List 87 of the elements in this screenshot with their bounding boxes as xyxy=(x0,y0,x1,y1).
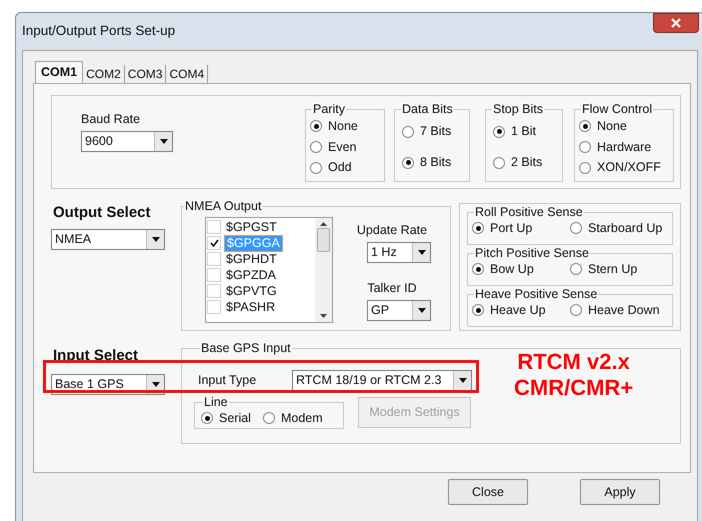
radio-option[interactable]: Heave Up xyxy=(472,301,556,320)
radio-button[interactable] xyxy=(310,162,322,174)
baud-rate-label: Baud Rate xyxy=(81,111,142,128)
radio-option[interactable]: 2 Bits xyxy=(493,153,558,172)
radio-option[interactable]: XON/XOFF xyxy=(579,158,669,178)
radio-option[interactable]: Serial xyxy=(201,409,251,428)
output-select-dropdown[interactable]: NMEA xyxy=(51,228,165,250)
talker-id-label: Talker ID xyxy=(367,280,417,297)
group-title: Pitch Positive Sense xyxy=(474,246,590,260)
check-icon xyxy=(210,239,218,247)
checkbox[interactable] xyxy=(207,268,221,282)
radio-button[interactable] xyxy=(201,412,213,424)
radio-button[interactable] xyxy=(570,222,582,234)
dropdown-arrow-icon xyxy=(152,382,160,386)
checkbox[interactable] xyxy=(207,284,221,298)
list-item[interactable]: $GPGST xyxy=(224,220,279,234)
input-type-label: Input Type xyxy=(198,372,258,389)
dropdown-arrow-icon xyxy=(152,236,160,242)
output-select-label: Output Select xyxy=(52,203,152,223)
radio-button[interactable] xyxy=(579,140,591,153)
tab[interactable]: COM1 xyxy=(35,61,84,83)
dropdown-arrow-icon xyxy=(418,250,426,255)
baud-rate-dropdown[interactable]: 9600 xyxy=(81,130,173,152)
radio-option[interactable]: Port Up xyxy=(472,219,556,238)
input-type-dropdown[interactable]: RTCM 18/19 or RTCM 2.3 xyxy=(292,370,472,390)
radio-button[interactable] xyxy=(310,140,322,153)
radio-option[interactable]: Hardware xyxy=(579,138,669,156)
window-title: Input/Output Ports Set-up xyxy=(22,22,176,40)
radio-button[interactable] xyxy=(579,162,591,174)
checkbox[interactable] xyxy=(207,300,221,314)
radio-button[interactable] xyxy=(472,222,484,234)
radio-button[interactable] xyxy=(472,304,484,316)
checkbox[interactable] xyxy=(207,236,221,250)
radio-button[interactable] xyxy=(402,156,414,168)
update-rate-dropdown[interactable]: 1 Hz xyxy=(367,242,431,263)
radio-option[interactable]: None xyxy=(310,116,380,136)
dropdown-arrow-icon xyxy=(458,378,466,382)
radio-option[interactable]: 7 Bits xyxy=(402,122,465,141)
dialog-button[interactable]: Apply xyxy=(580,479,660,505)
radio-option[interactable]: Even xyxy=(310,138,380,156)
radio-option[interactable]: Modem xyxy=(262,409,323,428)
radio-option[interactable]: Stern Up xyxy=(570,260,638,279)
radio-option[interactable]: Bow Up xyxy=(472,260,556,279)
checkbox[interactable] xyxy=(207,252,221,266)
group-title: Data Bits xyxy=(401,102,454,116)
radio-button[interactable] xyxy=(493,126,505,138)
input-select-label: Input Select xyxy=(52,346,140,366)
list-item[interactable]: $GPZDA xyxy=(224,268,278,282)
scroll-down-icon[interactable] xyxy=(320,314,327,318)
radio-option[interactable]: 8 Bits xyxy=(402,153,465,172)
dialog-button[interactable]: Close xyxy=(448,479,528,505)
radio-option[interactable]: None xyxy=(579,116,669,136)
radio-option[interactable]: Starboard Up xyxy=(570,219,662,238)
radio-button[interactable] xyxy=(570,263,582,276)
scrollbar[interactable] xyxy=(315,218,332,322)
list-item[interactable]: $GPVTG xyxy=(224,284,279,298)
talker-id-dropdown[interactable]: GP xyxy=(367,300,431,320)
close-icon xyxy=(671,18,681,28)
radio-button[interactable] xyxy=(579,120,591,132)
list-item[interactable]: $PASHR xyxy=(224,300,278,314)
annotation-text: CMR/CMR+ xyxy=(514,375,634,401)
radio-option[interactable]: Heave Down xyxy=(570,301,660,320)
radio-button[interactable] xyxy=(262,412,275,424)
radio-button[interactable] xyxy=(493,156,505,168)
radio-option[interactable]: Odd xyxy=(310,158,380,178)
update-rate-label: Update Rate xyxy=(356,222,428,239)
group-title: Base GPS Input xyxy=(200,341,292,355)
close-button[interactable] xyxy=(653,13,699,33)
radio-button[interactable] xyxy=(310,120,322,132)
group-title: Flow Control xyxy=(581,102,654,116)
group-title: Roll Positive Sense xyxy=(474,205,584,219)
list-item[interactable]: $GPHDT xyxy=(224,252,279,266)
scroll-up-icon[interactable] xyxy=(320,222,327,226)
checkbox[interactable] xyxy=(207,220,221,234)
scroll-thumb[interactable] xyxy=(317,228,330,252)
radio-button[interactable] xyxy=(570,304,582,316)
group-title: Stop Bits xyxy=(492,102,544,116)
group-title: Parity xyxy=(312,102,346,116)
radio-button[interactable] xyxy=(472,263,484,276)
radio-option[interactable]: 1 Bit xyxy=(493,122,558,141)
group-title: Heave Positive Sense xyxy=(474,287,598,301)
dropdown-arrow-icon xyxy=(160,138,168,144)
group-title: Line xyxy=(203,395,229,409)
annotation-text: RTCM v2.x xyxy=(517,349,630,375)
radio-button[interactable] xyxy=(402,126,414,138)
group-title: NMEA Output xyxy=(184,199,262,213)
dropdown-arrow-icon xyxy=(418,308,426,312)
